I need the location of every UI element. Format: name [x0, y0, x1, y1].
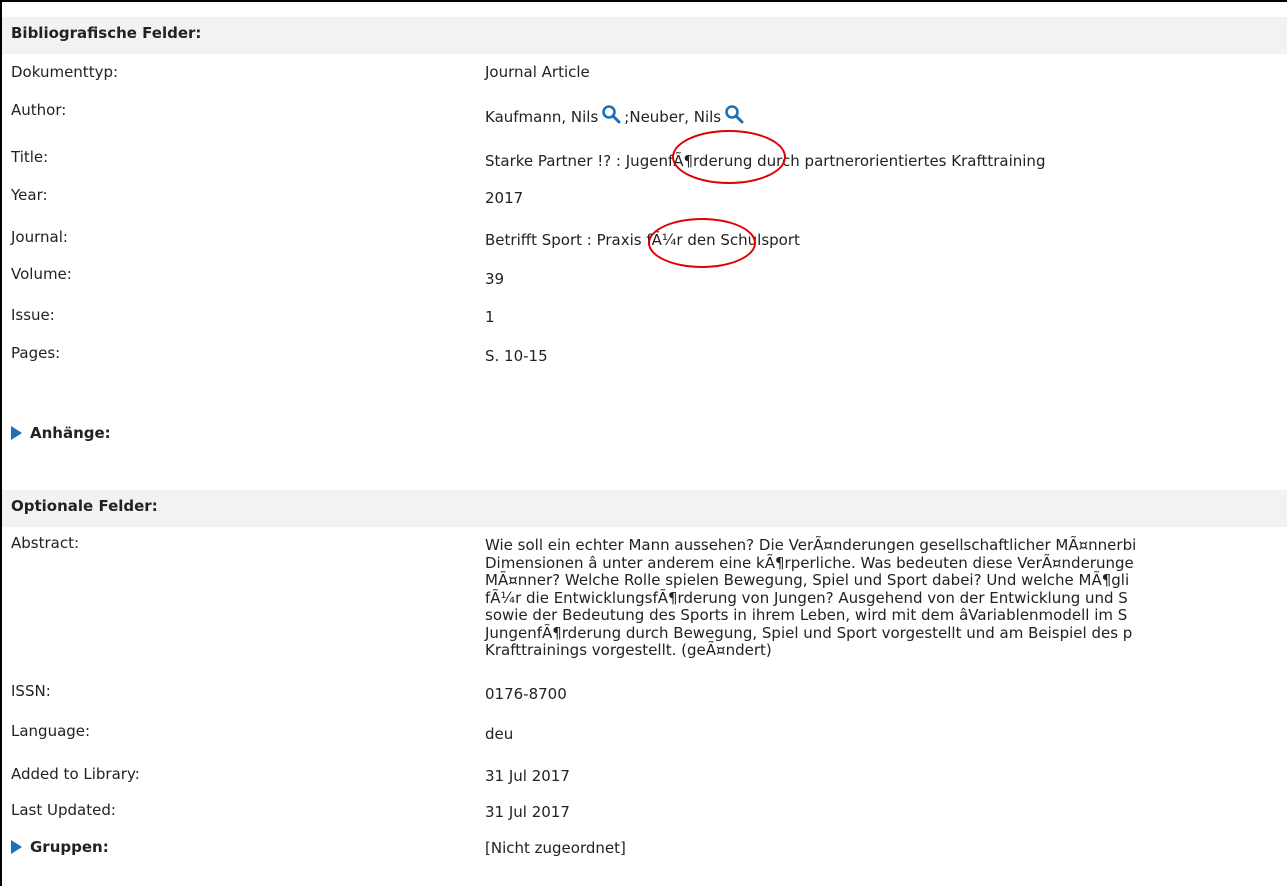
search-icon[interactable] — [601, 104, 621, 128]
section-bibliographic: Bibliografische Felder: — [2, 17, 1287, 54]
field-value: 0176-8700 — [485, 685, 567, 703]
author-link-2[interactable]: Neuber, Nils — [629, 108, 721, 126]
field-value: 39 — [485, 270, 505, 288]
field-value: 1 — [485, 308, 495, 326]
abstract-line: fÃ¼r die EntwicklungsfÃ¶rderung von Jung… — [485, 588, 1128, 607]
abstract-line: MÃ¤nner? Welche Rolle spielen Bewegung, … — [485, 571, 1130, 589]
abstract-line: JungenfÃ¶rderung durch Bewegung, Spiel u… — [485, 623, 1133, 642]
abstract-line: Dimensionen â unter anderem eine kÃ¶rper… — [485, 553, 1134, 572]
groups-label: Gruppen: — [30, 838, 109, 856]
field-label: Added to Library: — [11, 765, 140, 783]
section-title-attachments: Anhänge: — [30, 424, 111, 442]
field-value: 31 Jul 2017 — [485, 767, 570, 785]
field-label: Title: — [11, 148, 49, 166]
field-label: Abstract: — [11, 534, 80, 552]
author-list: Kaufmann, Nils ;Neuber, Nils — [485, 104, 747, 128]
field-label: Pages: — [11, 344, 61, 362]
triangle-right-icon — [11, 426, 22, 440]
author-link-1[interactable]: Kaufmann, Nils — [485, 108, 598, 126]
abstract-text: Wie soll ein echter Mann aussehen? Die V… — [485, 536, 1287, 660]
section-title-optional: Optionale Felder: — [11, 497, 158, 515]
abstract-line: sowie der Bedeutung des Sports in ihrem … — [485, 606, 1128, 624]
record-detail-panel: Bibliografische Felder: Dokumenttyp: Jou… — [0, 0, 1287, 886]
field-label: Year: — [11, 186, 48, 204]
field-value: [Nicht zugeordnet] — [485, 839, 626, 857]
abstract-line: Wie soll ein echter Mann aussehen? Die V… — [485, 536, 1137, 554]
search-icon[interactable] — [724, 104, 744, 128]
field-label: Author: — [11, 101, 67, 119]
section-title-bibliographic: Bibliografische Felder: — [11, 24, 202, 42]
annotation-circle — [648, 218, 756, 268]
section-optional: Optionale Felder: — [2, 490, 1287, 527]
field-label: Journal: — [11, 228, 68, 246]
field-value: Journal Article — [485, 63, 590, 81]
field-value: deu — [485, 725, 514, 743]
field-label: Language: — [11, 722, 91, 740]
field-label: Volume: — [11, 265, 72, 283]
field-value: 2017 — [485, 189, 524, 207]
annotation-circle — [672, 130, 786, 184]
field-label: ISSN: — [11, 682, 51, 700]
groups-toggle[interactable]: Gruppen: — [11, 838, 109, 856]
field-value: S. 10-15 — [485, 347, 548, 365]
field-value: 31 Jul 2017 — [485, 803, 570, 821]
field-label: Dokumenttyp: — [11, 63, 119, 81]
field-label: Last Updated: — [11, 801, 116, 819]
triangle-right-icon — [11, 840, 22, 854]
field-label: Issue: — [11, 306, 55, 324]
abstract-line: Krafttrainings vorgestellt. (geÃ¤ndert) — [485, 641, 772, 659]
attachments-toggle[interactable]: Anhänge: — [11, 424, 111, 442]
